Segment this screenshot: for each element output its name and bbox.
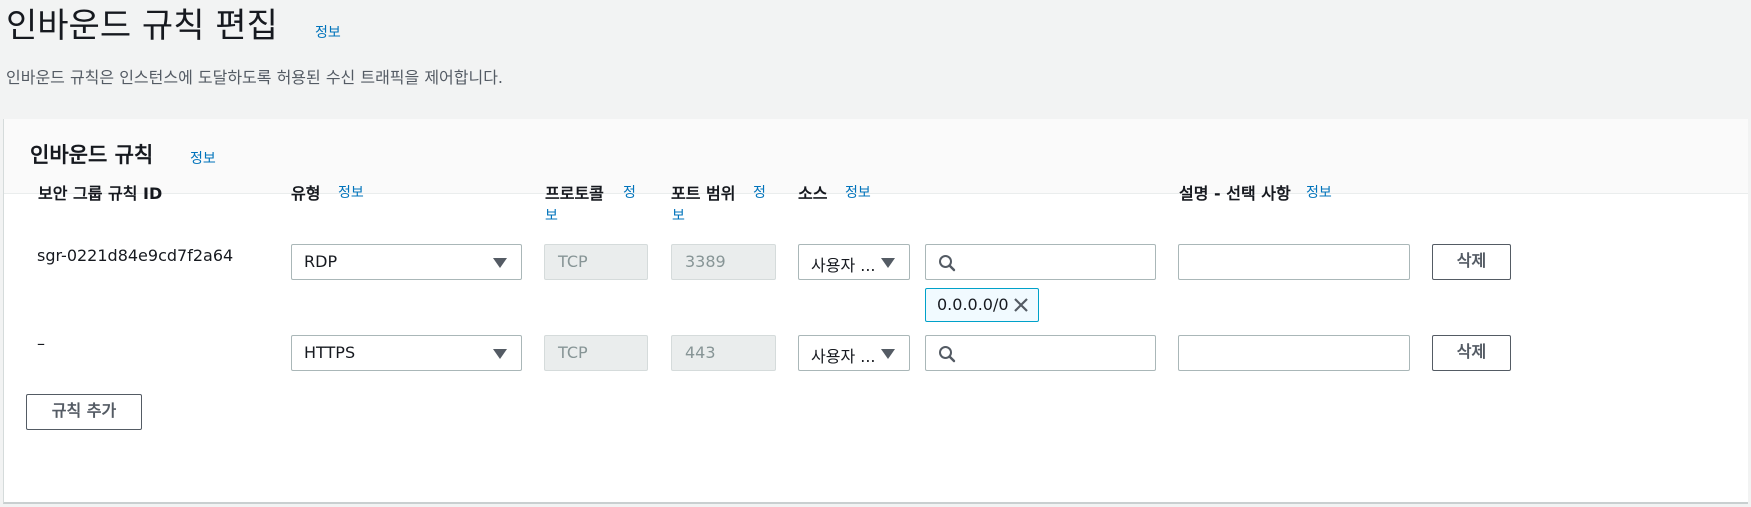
source-type-value: 사용자 ... — [811, 347, 876, 366]
column-protocol-info-link-part2[interactable]: 보 — [545, 205, 558, 225]
caret-down-icon — [493, 349, 507, 359]
delete-rule-button[interactable]: 삭제 — [1432, 244, 1511, 280]
port-range-value: 443 — [685, 343, 716, 362]
panel-title: 인바운드 규칙 — [30, 143, 154, 167]
caret-down-icon — [493, 258, 507, 268]
panel-header: 인바운드 규칙 정보 — [4, 119, 1748, 194]
column-header-type: 유형 — [291, 184, 321, 203]
column-header-source: 소스 — [798, 184, 828, 203]
source-search-input[interactable] — [925, 335, 1156, 371]
description-input[interactable] — [1178, 335, 1410, 371]
port-range-field: 443 — [671, 335, 776, 371]
column-header-description: 설명 - 선택 사항 — [1179, 184, 1291, 203]
column-source-info-link[interactable]: 정보 — [845, 182, 871, 202]
column-port-info-link-part2[interactable]: 보 — [672, 205, 685, 225]
caret-down-icon — [881, 349, 895, 359]
description-input[interactable] — [1178, 244, 1410, 280]
column-header-port-range: 포트 범위 — [671, 184, 736, 203]
port-range-value: 3389 — [685, 252, 726, 271]
column-header-rule-id: 보안 그룹 규칙 ID — [38, 184, 163, 203]
source-type-value: 사용자 ... — [811, 256, 876, 275]
rule-id-cell: sgr-0221d84e9cd7f2a64 — [37, 246, 234, 265]
close-icon[interactable] — [1012, 296, 1030, 314]
column-header-protocol: 프로토콜 — [545, 184, 604, 203]
page-title-info-link[interactable]: 정보 — [315, 22, 341, 42]
inbound-rules-panel: 인바운드 규칙 정보 — [3, 119, 1748, 504]
delete-rule-button[interactable]: 삭제 — [1432, 335, 1511, 371]
search-icon — [939, 255, 956, 272]
source-type-select[interactable]: 사용자 ... — [798, 335, 910, 371]
protocol-field: TCP — [544, 244, 648, 280]
protocol-field: TCP — [544, 335, 648, 371]
cidr-token-value: 0.0.0.0/0 — [937, 295, 1009, 314]
column-protocol-info-link-part1[interactable]: 정 — [623, 182, 636, 202]
column-description-info-link[interactable]: 정보 — [1306, 182, 1332, 202]
rule-id-cell: – — [37, 334, 45, 353]
cidr-token: 0.0.0.0/0 — [925, 288, 1039, 322]
page-title: 인바운드 규칙 편집 — [6, 6, 278, 46]
column-port-info-link-part1[interactable]: 정 — [753, 182, 766, 202]
search-icon — [939, 346, 956, 363]
type-select[interactable]: RDP — [291, 244, 522, 280]
caret-down-icon — [881, 258, 895, 268]
source-type-select[interactable]: 사용자 ... — [798, 244, 910, 280]
protocol-value: TCP — [558, 343, 588, 362]
add-rule-button[interactable]: 규칙 추가 — [26, 394, 142, 430]
port-range-field: 3389 — [671, 244, 776, 280]
source-search-input[interactable] — [925, 244, 1156, 280]
column-type-info-link[interactable]: 정보 — [338, 182, 364, 202]
type-select-value: HTTPS — [304, 343, 356, 362]
type-select-value: RDP — [304, 252, 338, 271]
page-description: 인바운드 규칙은 인스턴스에 도달하도록 허용된 수신 트래픽을 제어합니다. — [6, 68, 504, 87]
type-select[interactable]: HTTPS — [291, 335, 522, 371]
protocol-value: TCP — [558, 252, 588, 271]
panel-title-info-link[interactable]: 정보 — [190, 148, 216, 168]
